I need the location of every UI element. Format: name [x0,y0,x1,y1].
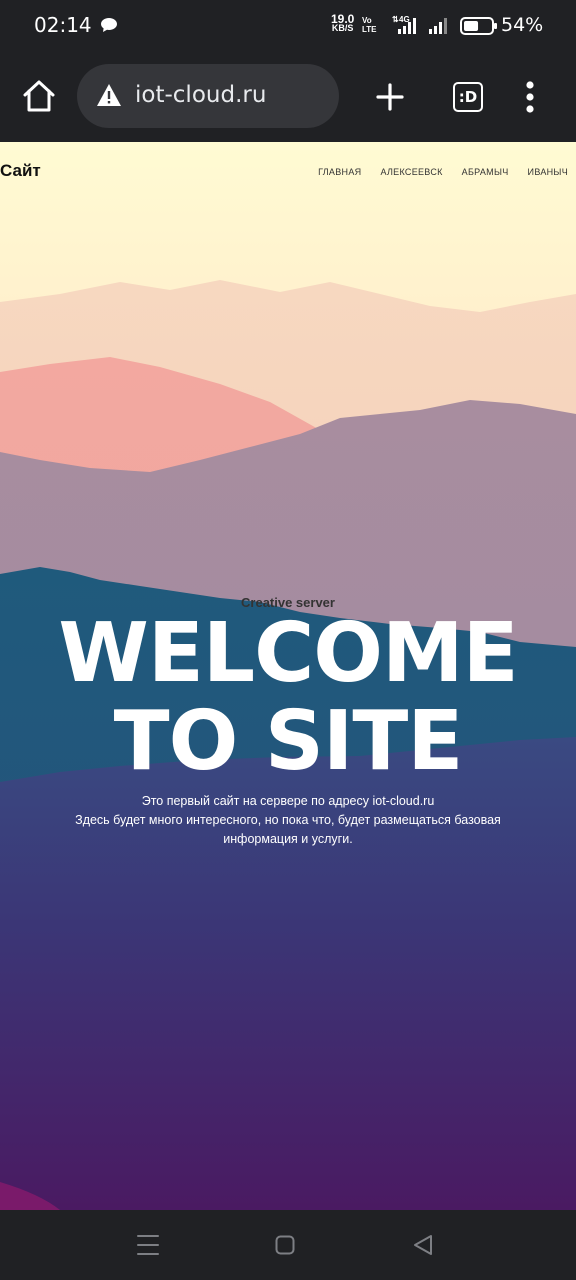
plus-icon[interactable] [376,83,404,111]
nav-item-abramych[interactable]: АБРАМЫЧ [462,167,509,177]
hero-desc-line2: Здесь будет много интересного, но пока ч… [75,813,501,827]
site-nav: ГЛАВНАЯ АЛЕКСЕЕВСК АБРАМЫЧ ИВАНЫЧ [318,167,568,177]
warning-triangle-icon[interactable] [96,83,122,107]
svg-text:⇅: ⇅ [392,15,399,24]
hero-description: Это первый сайт на сервере по адресу iot… [40,792,536,849]
signal-4g-icon: ⇅ 4G [392,15,416,34]
volte-bottom: LTE [362,25,377,34]
system-nav-bar [0,1210,576,1280]
address-bar[interactable]: iot-cloud.ru [77,64,339,128]
square-home-icon[interactable] [275,1235,295,1255]
menu-lines-icon[interactable] [137,1234,159,1256]
signal-icon [429,18,447,34]
browser-toolbar: iot-cloud.ru :D [0,52,576,142]
triangle-back-icon[interactable] [412,1234,434,1256]
battery-percent: 54% [501,14,544,36]
status-time: 02:14 [34,13,92,37]
hero-desc-line1: Это первый сайт на сервере по адресу iot… [141,794,435,808]
home-icon[interactable] [22,79,56,113]
nav-item-ivanych[interactable]: ИВАНЫЧ [528,167,568,177]
site-logo[interactable]: Сайт [0,161,41,181]
status-bar: 02:14 19.0 KB/S Vo LTE ⇅ 4G 54% [0,0,576,52]
hero-title-line1: WELCOME [58,606,518,701]
hero-desc-line3: информация и услуги. [223,832,353,846]
net-speed: 19.0 KB/S [331,13,354,33]
kebab-menu-icon[interactable] [520,80,540,114]
volte-indicator: Vo LTE [362,16,377,34]
volte-top: Vo [362,16,372,25]
hero-title: WELCOME TO SITE [0,610,576,786]
tab-switcher-button[interactable]: :D [453,82,483,112]
net-speed-unit: KB/S [331,23,354,33]
hero-title-line2: TO SITE [113,694,464,789]
nav-item-home[interactable]: ГЛАВНАЯ [318,167,361,177]
web-content: Сайт ГЛАВНАЯ АЛЕКСЕЕВСК АБРАМЫЧ ИВАНЫЧ C… [0,142,576,1210]
message-bubble-icon [101,18,117,32]
url-text[interactable]: iot-cloud.ru [135,82,266,108]
nav-item-alekseevsk[interactable]: АЛЕКСЕЕВСК [380,167,442,177]
battery-icon [460,17,497,35]
